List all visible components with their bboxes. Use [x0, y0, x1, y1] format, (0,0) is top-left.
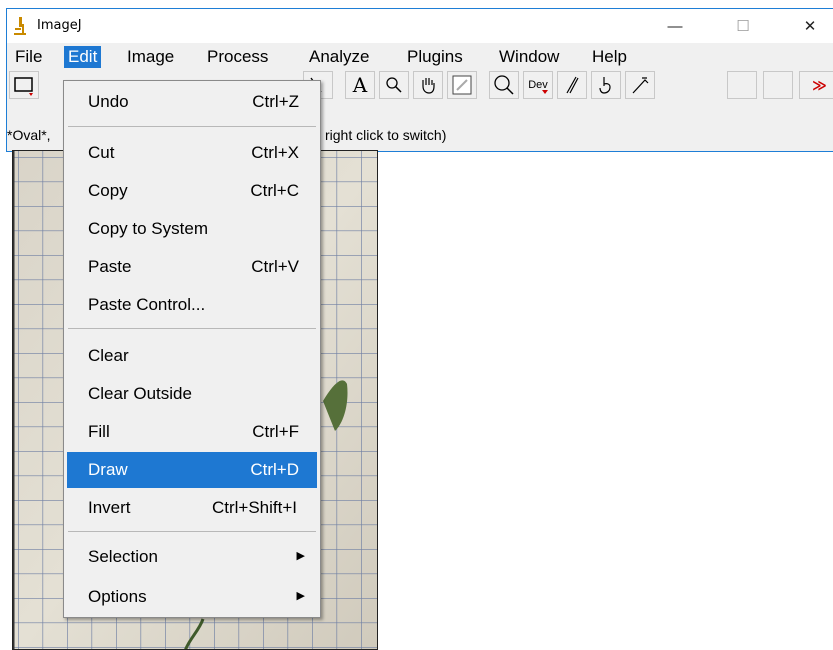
menu-item-options[interactable]: Options ▶: [67, 579, 317, 615]
hand-tool[interactable]: [413, 71, 443, 99]
window-title: ImageJ: [37, 18, 82, 33]
menu-separator: [68, 126, 316, 127]
menu-process[interactable]: Process: [203, 46, 272, 68]
submenu-arrow-icon: ▶: [296, 590, 305, 602]
title-bar[interactable]: ImageJ — ☐ ✕: [7, 9, 833, 43]
more-tools-icon: ≫: [812, 76, 827, 93]
menu-plugins[interactable]: Plugins: [403, 46, 467, 68]
magnifier-icon: [386, 77, 402, 93]
menu-help[interactable]: Help: [588, 46, 631, 68]
menu-image[interactable]: Image: [123, 46, 178, 68]
menu-item-label: Draw: [88, 460, 128, 479]
menu-item-shortcut: Ctrl+F: [252, 422, 299, 441]
status-text-right: right click to switch): [325, 127, 447, 143]
menu-separator: [68, 531, 316, 532]
menu-item-shortcut: Ctrl+Shift+I: [211, 498, 297, 517]
menu-analyze[interactable]: Analyze: [305, 46, 373, 68]
rectangle-tool[interactable]: [9, 71, 39, 99]
empty-tool-slot-1[interactable]: [727, 71, 757, 99]
dev-tool[interactable]: Dev: [523, 71, 553, 99]
maximize-icon: ☐: [736, 18, 750, 35]
pen-icon: [632, 77, 649, 94]
menu-item-copy-to-system[interactable]: Copy to System: [67, 211, 317, 247]
menu-item-label: Undo: [88, 92, 129, 111]
minimize-button[interactable]: —: [652, 9, 698, 43]
menu-item-label: Paste: [88, 257, 132, 276]
menu-item-paste[interactable]: Paste Ctrl+V: [67, 249, 317, 285]
more-tools-button[interactable]: ≫: [799, 71, 833, 99]
menu-file[interactable]: File: [11, 46, 46, 68]
menu-item-clear[interactable]: Clear: [67, 338, 317, 374]
minimize-icon: —: [667, 17, 683, 35]
menu-item-label: Selection: [88, 547, 158, 566]
close-button[interactable]: ✕: [787, 9, 833, 43]
menu-item-label: Cut: [88, 143, 115, 162]
zoom-icon: [494, 75, 514, 95]
dropdown-arrow-icon: [542, 90, 548, 94]
menu-item-cut[interactable]: Cut Ctrl+X: [67, 135, 317, 171]
microscope-icon: [14, 17, 26, 35]
menu-item-fill[interactable]: Fill Ctrl+F: [67, 414, 317, 450]
text-tool[interactable]: A: [345, 71, 375, 99]
menu-window[interactable]: Window: [495, 46, 563, 68]
edit-menu-dropdown: Undo Ctrl+Z Cut Ctrl+X Copy Ctrl+C Copy …: [63, 80, 321, 618]
menu-item-label: Clear: [88, 346, 129, 365]
color-picker-icon: [452, 75, 472, 95]
menu-item-shortcut: Ctrl+Z: [252, 92, 299, 111]
pen-tool[interactable]: [625, 71, 655, 99]
menu-item-shortcut: Ctrl+C: [250, 181, 299, 200]
color-picker-tool[interactable]: [447, 71, 477, 99]
menu-item-draw[interactable]: Draw Ctrl+D: [67, 452, 317, 488]
menu-item-shortcut: Ctrl+X: [251, 143, 299, 162]
zoom-tool[interactable]: [489, 71, 519, 99]
pointer-tool[interactable]: [591, 71, 621, 99]
magnifier-tool[interactable]: [379, 71, 409, 99]
empty-tool-slot-2[interactable]: [763, 71, 793, 99]
menu-item-undo[interactable]: Undo Ctrl+Z: [67, 84, 317, 120]
menu-item-shortcut: Ctrl+V: [251, 257, 299, 276]
menu-item-paste-control[interactable]: Paste Control...: [67, 287, 317, 323]
menu-separator: [68, 328, 316, 329]
menu-item-invert[interactable]: Invert Ctrl+Shift+I: [67, 490, 317, 526]
pointing-hand-icon: [599, 77, 611, 94]
menu-item-copy[interactable]: Copy Ctrl+C: [67, 173, 317, 209]
menu-item-label: Copy: [88, 181, 128, 200]
text-tool-icon: A: [352, 73, 368, 97]
close-icon: ✕: [803, 18, 817, 35]
menu-bar: File Edit Image Process Analyze Plugins …: [7, 43, 833, 69]
maximize-button[interactable]: ☐: [720, 9, 766, 43]
menu-item-label: Clear Outside: [88, 384, 192, 403]
menu-item-label: Fill: [88, 422, 110, 441]
menu-item-selection[interactable]: Selection ▶: [67, 539, 317, 575]
menu-edit[interactable]: Edit: [64, 46, 102, 68]
brush-tool[interactable]: [557, 71, 587, 99]
menu-item-label: Paste Control...: [88, 295, 206, 314]
menu-item-label: Invert: [88, 498, 131, 517]
brush-icon: [566, 76, 579, 94]
menu-item-label: Options: [88, 587, 147, 606]
submenu-arrow-icon: ▶: [296, 550, 305, 562]
status-text-left: *Oval*,: [7, 127, 51, 143]
hand-icon: [422, 78, 435, 94]
menu-item-label: Copy to System: [88, 219, 208, 238]
rectangle-selection-icon: [14, 77, 33, 96]
menu-item-shortcut: Ctrl+D: [250, 460, 299, 479]
menu-item-clear-outside[interactable]: Clear Outside: [67, 376, 317, 412]
